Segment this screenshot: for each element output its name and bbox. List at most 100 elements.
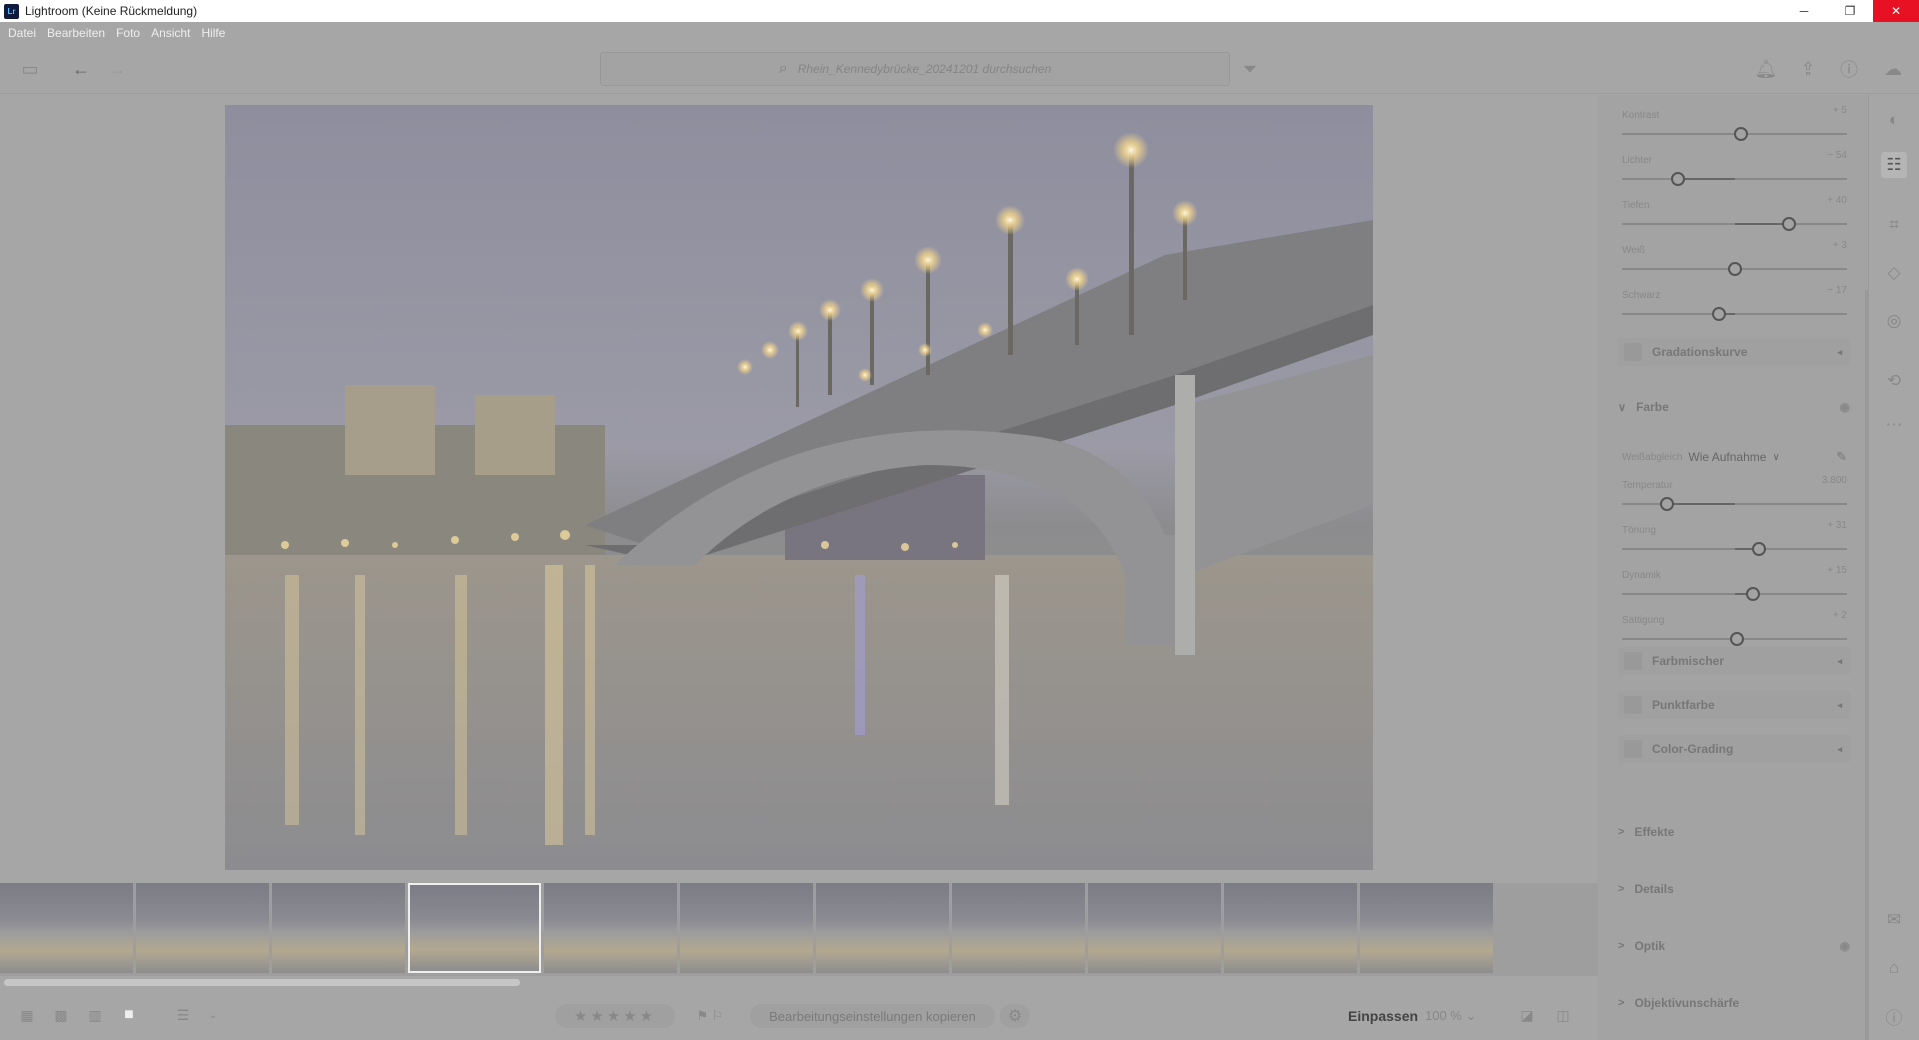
slider-value[interactable]: 3.800 — [1822, 475, 1847, 486]
filmstrip-thumbnail[interactable] — [1088, 883, 1221, 973]
eyedropper-icon[interactable]: ✎ — [1836, 449, 1847, 465]
star-rating[interactable]: ★★★★★ — [555, 1004, 675, 1028]
slider-temperatur[interactable]: Temperatur 3.800 — [1622, 475, 1847, 513]
color-mixer-panel[interactable]: Farbmischer ◂ — [1618, 647, 1850, 675]
slider-knob[interactable] — [1671, 172, 1686, 186]
filmstrip-thumbnail[interactable] — [272, 883, 405, 973]
filter-icon[interactable]: ⏷ — [1237, 56, 1263, 82]
info-icon[interactable]: ⓘ — [1881, 1003, 1907, 1029]
gradation-curve-panel[interactable]: Gradationskurve ◂ — [1618, 338, 1850, 366]
edit-sliders-icon[interactable]: ☷ — [1881, 152, 1907, 178]
slider-kontrast[interactable]: Kontrast + 5 — [1622, 105, 1847, 143]
lens-blur-section-header[interactable]: > Objektivunschärfe — [1618, 996, 1858, 1010]
slider-value[interactable]: + 3 — [1833, 240, 1847, 251]
filmstrip-thumbnail[interactable] — [1224, 883, 1357, 973]
slider-track[interactable] — [1622, 178, 1847, 180]
menu-ansicht[interactable]: Ansicht — [151, 26, 190, 40]
filmstrip-thumbnail-selected[interactable] — [408, 883, 541, 973]
slider-track[interactable] — [1622, 503, 1847, 505]
cloud-icon[interactable]: ☁ — [1880, 56, 1906, 82]
slider-track[interactable] — [1622, 313, 1847, 315]
slider-value[interactable]: − 54 — [1827, 150, 1847, 161]
slider-knob[interactable] — [1734, 127, 1749, 141]
grid-view-icon[interactable]: ▦ — [14, 1002, 40, 1028]
slider-t-nung[interactable]: Tönung + 31 — [1622, 520, 1847, 558]
share-icon[interactable]: ⇪ — [1795, 56, 1821, 82]
detail-view-icon[interactable]: ■ — [116, 1002, 142, 1028]
slider-knob[interactable] — [1752, 542, 1767, 556]
filmstrip-thumbnail[interactable] — [680, 883, 813, 973]
color-section-header[interactable]: ∨ Farbe ◉ — [1618, 400, 1858, 414]
back-arrow-icon[interactable]: ← — [68, 56, 94, 82]
minimize-button[interactable]: ─ — [1781, 0, 1827, 22]
filmstrip-thumbnail[interactable] — [136, 883, 269, 973]
slider-wei-[interactable]: Weiß + 3 — [1622, 240, 1847, 278]
zoom-level[interactable]: 100 % ⌄ — [1425, 1008, 1476, 1024]
tag-icon[interactable]: ⌂ — [1881, 955, 1907, 981]
crop-icon[interactable]: ⌗ — [1881, 212, 1907, 238]
filmstrip-thumbnail[interactable] — [952, 883, 1085, 973]
sort-chevron-icon[interactable]: ⌄ — [200, 1002, 226, 1028]
close-button[interactable]: ✕ — [1873, 0, 1919, 22]
filmstrip-thumbnail[interactable] — [544, 883, 677, 973]
gear-icon[interactable]: ⚙ — [1000, 1004, 1030, 1028]
slider-lichter[interactable]: Lichter − 54 — [1622, 150, 1847, 188]
panel-toggle-icon[interactable]: ▭ — [17, 56, 43, 82]
slider-value[interactable]: + 40 — [1827, 195, 1847, 206]
healing-eraser-icon[interactable]: ◇ — [1881, 260, 1907, 286]
slider-value[interactable]: + 15 — [1827, 565, 1847, 576]
forward-arrow-icon[interactable]: → — [104, 56, 130, 82]
before-after-icon[interactable]: ◪ — [1514, 1002, 1540, 1028]
restore-button[interactable]: ❐ — [1827, 0, 1873, 22]
slider-knob[interactable] — [1781, 217, 1796, 231]
filmstrip-thumbnail[interactable] — [0, 883, 133, 973]
slider-knob[interactable] — [1711, 307, 1726, 321]
slider-value[interactable]: + 2 — [1833, 610, 1847, 621]
slider-s-ttigung[interactable]: Sättigung + 2 — [1622, 610, 1847, 648]
more-icon[interactable]: ⋯ — [1881, 412, 1907, 438]
fit-label[interactable]: Einpassen — [1348, 1008, 1418, 1024]
point-color-panel[interactable]: Punktfarbe ◂ — [1618, 691, 1850, 719]
slider-value[interactable]: + 31 — [1827, 520, 1847, 531]
slider-value[interactable]: − 17 — [1827, 285, 1847, 296]
flag-icons[interactable]: ⚑ ⚐ — [685, 1004, 735, 1028]
slider-tiefen[interactable]: Tiefen + 40 — [1622, 195, 1847, 233]
chevron-down-icon[interactable]: ∨ — [1772, 452, 1779, 463]
slider-knob[interactable] — [1729, 632, 1744, 646]
sort-icon[interactable]: ☰ — [170, 1002, 196, 1028]
effects-section-header[interactable]: > Effekte — [1618, 825, 1858, 839]
menu-datei[interactable]: Datei — [8, 26, 36, 40]
masking-icon[interactable]: ◎ — [1881, 308, 1907, 334]
bell-icon[interactable]: 🔔︎ — [1753, 56, 1779, 82]
white-balance-select[interactable]: Wie Aufnahme — [1688, 450, 1766, 464]
menu-bearbeiten[interactable]: Bearbeiten — [47, 26, 105, 40]
slider-schwarz[interactable]: Schwarz − 17 — [1622, 285, 1847, 323]
slider-knob[interactable] — [1727, 262, 1742, 276]
menu-foto[interactable]: Foto — [116, 26, 140, 40]
color-grading-panel[interactable]: Color-Grading ◂ — [1618, 735, 1850, 763]
filmstrip-thumbnail[interactable] — [1360, 883, 1493, 973]
slider-knob[interactable] — [1745, 587, 1760, 601]
details-section-header[interactable]: > Details — [1618, 882, 1858, 896]
search-input[interactable]: ⌕ Rhein_Kennedybrücke_20241201 durchsuch… — [600, 52, 1230, 86]
help-icon[interactable]: ⓘ — [1836, 56, 1862, 82]
eye-icon[interactable]: ◉ — [1840, 400, 1850, 414]
slider-label: Sättigung — [1622, 615, 1665, 626]
copy-settings-button[interactable]: Bearbeitungseinstellungen kopieren — [750, 1004, 995, 1028]
optics-section-header[interactable]: > Optik ◉ — [1618, 939, 1858, 953]
slider-value[interactable]: + 5 — [1833, 105, 1847, 116]
slider-label: Tiefen — [1622, 200, 1650, 211]
filmstrip-thumbnail[interactable] — [816, 883, 949, 973]
filmstrip-scrollbar[interactable] — [4, 979, 520, 986]
presets-icon[interactable]: ◐ — [1881, 107, 1907, 133]
menu-hilfe[interactable]: Hilfe — [201, 26, 225, 40]
compare-view-icon[interactable]: ▥ — [82, 1002, 108, 1028]
split-view-icon[interactable]: ◫ — [1550, 1002, 1576, 1028]
eye-icon[interactable]: ◉ — [1840, 939, 1850, 953]
history-icon[interactable]: ⟲ — [1881, 368, 1907, 394]
comment-icon[interactable]: ✉ — [1881, 907, 1907, 933]
slider-dynamik[interactable]: Dynamik + 15 — [1622, 565, 1847, 603]
square-grid-icon[interactable]: ▩ — [48, 1002, 74, 1028]
slider-knob[interactable] — [1660, 497, 1674, 511]
point-color-icon — [1624, 696, 1642, 714]
